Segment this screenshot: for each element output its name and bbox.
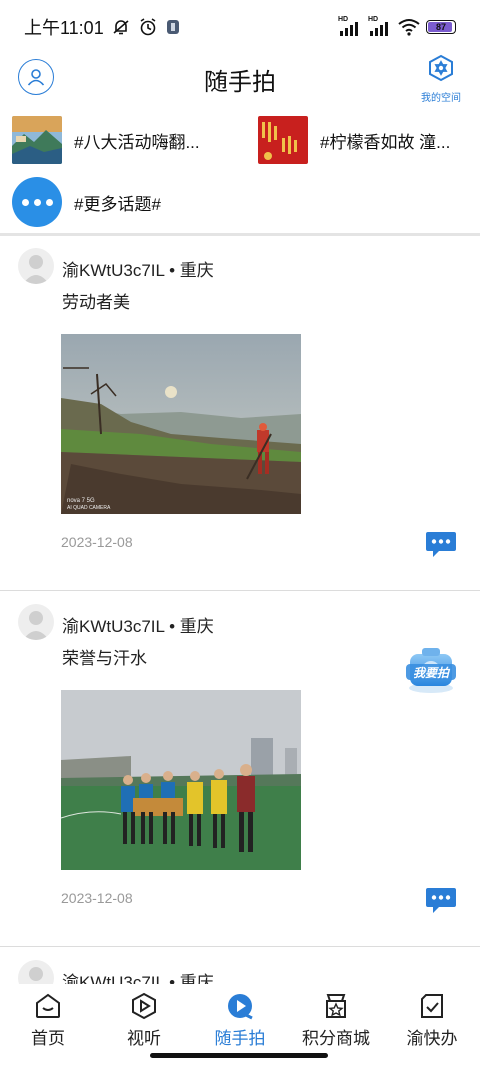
- my-space-button[interactable]: 我的空间: [416, 54, 466, 104]
- home-icon: [36, 993, 60, 1018]
- comment-button[interactable]: [425, 530, 457, 558]
- topic-thumbnail: [12, 116, 62, 164]
- nav-label: 视听: [127, 1029, 161, 1048]
- post-date: 2023-12-08: [61, 534, 133, 550]
- nav-item-home[interactable]: 首页: [0, 984, 96, 1066]
- nav-label: 首页: [31, 1029, 65, 1048]
- alarm-icon: [140, 18, 156, 36]
- photo-watermark: nova 7 5G: [67, 498, 95, 504]
- post-divider: [0, 946, 480, 947]
- comment-icon: [426, 888, 456, 913]
- shoot-fab-label: 我要拍: [413, 666, 451, 680]
- page-title: 随手拍: [204, 69, 276, 96]
- signal-2-icon: HD: [368, 16, 392, 36]
- post-text: 荣誉与汗水: [62, 649, 147, 668]
- nav-label: 渝快办: [406, 1029, 458, 1048]
- topic-item-lemon[interactable]: #柠檬香如故 潼...: [258, 116, 450, 164]
- comment-icon: [426, 532, 456, 557]
- topic-label: #更多话题#: [74, 194, 161, 214]
- app-notification-icon: [166, 20, 179, 34]
- topic-item-activities[interactable]: #八大活动嗨翻...: [12, 116, 200, 164]
- post-card[interactable]: 渝KWtU3c7IL • 重庆 劳动者美 nova 7 5G AI QUAD C…: [0, 236, 480, 590]
- topic-label: #柠檬香如故 潼...: [320, 132, 451, 152]
- battery-icon: 87: [426, 20, 456, 34]
- status-bar: 上午11:01 HD HD 87: [0, 0, 480, 54]
- photo-watermark: AI QUAD CAMERA: [67, 505, 111, 511]
- post-user-name[interactable]: 渝KWtU3c7IL • 重庆: [62, 256, 214, 281]
- post-photo[interactable]: nova 7 5G AI QUAD CAMERA: [61, 334, 301, 514]
- post-divider: [0, 590, 480, 591]
- my-space-icon: [429, 54, 453, 82]
- shop-bag-icon: [326, 994, 346, 1018]
- battery-level: 87: [435, 22, 446, 32]
- nav-label: 随手拍: [214, 1029, 266, 1048]
- more-topics-icon: [12, 177, 62, 227]
- post-card[interactable]: 渝KWtU3c7IL • 重庆: [0, 948, 480, 984]
- post-date: 2023-12-08: [61, 890, 133, 906]
- shoot-fab-button[interactable]: 我要拍: [404, 644, 458, 696]
- play-icon: [132, 992, 156, 1020]
- user-avatar[interactable]: [18, 604, 54, 640]
- post-user-name[interactable]: 渝KWtU3c7IL • 重庆: [62, 612, 214, 637]
- wifi-icon: [398, 19, 420, 36]
- nav-item-yukuaiban[interactable]: 渝快办: [384, 984, 480, 1066]
- topic-thumbnail: [258, 116, 308, 164]
- signal-1-icon: HD: [338, 16, 362, 36]
- post-text: 劳动者美: [62, 293, 130, 312]
- comment-button[interactable]: [425, 886, 457, 914]
- topic-label: #八大活动嗨翻...: [74, 132, 200, 152]
- camera-play-icon: [228, 994, 253, 1020]
- app-header: 随手拍 我的空间: [0, 54, 480, 108]
- status-time: 上午11:01: [24, 18, 104, 38]
- nav-label: 积分商城: [302, 1029, 370, 1048]
- do-not-disturb-icon: [113, 20, 129, 35]
- my-space-label: 我的空间: [421, 93, 461, 104]
- post-photo[interactable]: [61, 690, 301, 870]
- user-avatar[interactable]: [18, 248, 54, 284]
- post-user-name[interactable]: 渝KWtU3c7IL • 重庆: [62, 968, 214, 984]
- topics-section: #八大活动嗨翻... #柠檬香如故 潼... #更多话题#: [0, 108, 480, 234]
- user-avatar[interactable]: [18, 960, 54, 984]
- check-clipboard-icon: [421, 994, 443, 1018]
- topic-item-more[interactable]: #更多话题#: [12, 177, 161, 227]
- home-indicator[interactable]: [150, 1053, 328, 1058]
